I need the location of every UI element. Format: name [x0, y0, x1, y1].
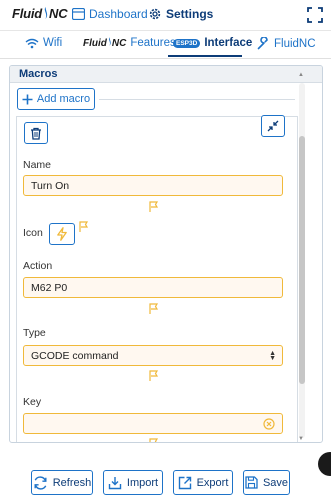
tab-fluidnc-label: FluidNC [274, 37, 316, 50]
action-label: Action [23, 260, 53, 272]
macro-name-field[interactable]: Turn On [23, 175, 283, 196]
delete-macro-button[interactable] [24, 122, 48, 144]
nav-dashboard[interactable]: Dashboard [72, 7, 148, 21]
save-label: Save [262, 476, 289, 489]
import-icon [108, 476, 122, 489]
export-label: Export [196, 476, 229, 489]
features-logo-nc: NC [111, 38, 127, 49]
logo-text-fluid: Fluid [12, 6, 43, 21]
logo-text-nc: NC [49, 6, 68, 21]
active-tab-indicator [168, 55, 242, 57]
collapse-icon [267, 120, 279, 132]
macro-type-select[interactable]: GCODE command ▲ ▼ [23, 345, 283, 366]
macro-icon-picker[interactable] [49, 223, 75, 245]
export-icon [178, 476, 191, 489]
clear-icon[interactable] [263, 418, 275, 430]
scroll-down-arrow[interactable]: ▼ [298, 436, 304, 442]
tab-wifi-label: Wifi [43, 37, 63, 49]
refresh-label: Refresh [52, 476, 92, 489]
lightning-icon [57, 227, 67, 241]
icon-label: Icon [23, 227, 43, 239]
esp3d-badge: ESP3D [173, 38, 201, 48]
fluidnc-logo: Fluid NC [12, 6, 68, 21]
tab-features[interactable]: Fluid NC Features [83, 37, 176, 49]
macro-type-value: GCODE command [31, 349, 119, 362]
nav-dashboard-label: Dashboard [89, 7, 148, 21]
macro-action-field[interactable]: M62 P0 [23, 277, 283, 298]
tab-interface[interactable]: ESP3D Interface [173, 37, 252, 49]
tab-wifi[interactable]: Wifi [25, 37, 62, 49]
wifi-icon [25, 38, 39, 48]
save-button[interactable]: Save [243, 470, 290, 495]
export-button[interactable]: Export [173, 470, 233, 495]
plus-icon [22, 94, 33, 104]
tab-features-label: Features [130, 37, 176, 49]
nav-settings-label: Settings [166, 7, 214, 21]
top-bar: Fluid NC Dashboard Settings [0, 0, 331, 31]
macros-section-title: Macros [19, 68, 58, 80]
floating-overlay-button[interactable] [318, 452, 331, 476]
tab-fluidnc[interactable]: FluidNC [257, 37, 316, 50]
flag-icon [79, 221, 89, 232]
import-label: Import [126, 476, 159, 489]
divider [99, 99, 295, 100]
macros-panel-header: Macros [10, 66, 322, 83]
features-logo: Fluid NC [83, 37, 126, 49]
wrench-icon [257, 37, 268, 50]
flame-icon [44, 7, 48, 19]
type-label: Type [23, 327, 46, 339]
select-caret-icon: ▲ ▼ [269, 350, 276, 362]
save-icon [245, 476, 258, 489]
flag-icon [149, 303, 159, 314]
import-button[interactable]: Import [103, 470, 163, 495]
features-logo-fluid: Fluid [83, 38, 107, 49]
tab-interface-label: Interface [204, 37, 253, 49]
settings-tabs: Wifi Fluid NC Features ESP3D Interface Fl… [0, 31, 331, 59]
gear-icon [149, 8, 161, 20]
flag-icon [149, 201, 159, 212]
add-macro-label: Add macro [36, 93, 91, 105]
macro-card: Name Turn On Icon Action M62 P0 Type GCO… [16, 115, 298, 442]
macro-action-value: M62 P0 [31, 281, 68, 294]
dashboard-icon [72, 8, 85, 20]
macro-name-value: Turn On [31, 179, 70, 192]
scroll-up-arrow[interactable]: ▲ [298, 72, 304, 78]
fullscreen-icon[interactable] [306, 6, 324, 24]
scrollbar-thumb[interactable] [299, 136, 305, 384]
collapse-macro-button[interactable] [261, 115, 285, 137]
macro-key-field[interactable] [23, 413, 283, 434]
nav-settings[interactable]: Settings [148, 7, 213, 21]
flag-icon [149, 438, 159, 442]
flag-icon [149, 370, 159, 381]
refresh-button[interactable]: Refresh [31, 470, 93, 495]
refresh-icon [34, 475, 47, 490]
add-macro-button[interactable]: Add macro [17, 88, 95, 110]
trash-icon [31, 127, 41, 140]
key-label: Key [23, 396, 42, 408]
macros-panel: Macros Add macro Name Turn On Icon Actio… [9, 65, 323, 443]
name-label: Name [23, 159, 52, 171]
